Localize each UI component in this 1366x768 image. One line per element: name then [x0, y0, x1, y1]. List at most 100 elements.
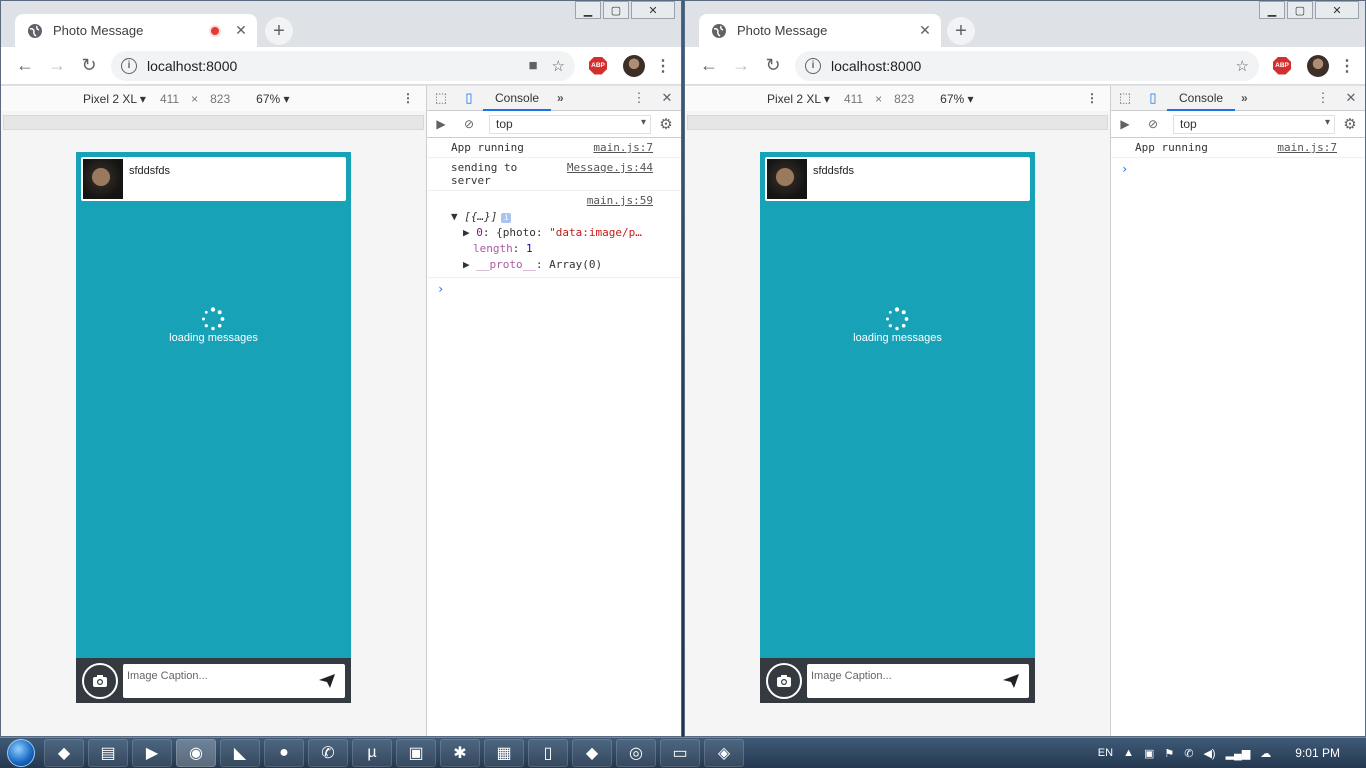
reload-icon[interactable]: ↻: [757, 55, 789, 76]
close-window-button[interactable]: ✕: [1315, 1, 1359, 19]
forward-icon[interactable]: →: [41, 55, 73, 76]
tab-close-icon[interactable]: ✕: [233, 22, 249, 39]
volume-icon[interactable]: ◀): [1203, 747, 1215, 760]
devtools-menu-icon[interactable]: ⋮: [625, 90, 653, 106]
camera-button[interactable]: [82, 662, 118, 699]
context-select[interactable]: top: [1173, 114, 1335, 134]
minimize-button[interactable]: ▁: [575, 1, 601, 19]
taskbar-notes-icon[interactable]: ▯: [528, 739, 568, 767]
minimize-button[interactable]: ▁: [1259, 1, 1285, 19]
device-select[interactable]: Pixel 2 XL ▾: [83, 92, 146, 106]
new-tab-button[interactable]: +: [947, 17, 975, 45]
message-card[interactable]: sfddsfds: [81, 157, 346, 201]
inspect-icon[interactable]: ⬚: [1111, 90, 1139, 106]
maximize-button[interactable]: ▢: [603, 1, 629, 19]
taskbar-app-icon[interactable]: ▣: [396, 739, 436, 767]
device-select[interactable]: Pixel 2 XL ▾: [767, 92, 830, 106]
clear-console-icon[interactable]: ⊘: [1139, 117, 1167, 131]
language-indicator[interactable]: EN: [1098, 747, 1113, 759]
width-input[interactable]: 411: [844, 92, 863, 106]
send-icon[interactable]: [1003, 673, 1019, 688]
start-button[interactable]: [0, 738, 42, 768]
camera-button[interactable]: [766, 662, 802, 699]
device-toggle-icon[interactable]: ▯: [1139, 90, 1167, 106]
log-source-link[interactable]: main.js:59: [587, 194, 653, 207]
tab-console[interactable]: Console: [1167, 86, 1236, 111]
more-tabs-icon[interactable]: »: [1241, 91, 1248, 105]
star-icon[interactable]: ☆: [1236, 57, 1249, 75]
network-icon[interactable]: ▂▄▆: [1226, 747, 1251, 760]
context-select[interactable]: top: [489, 114, 651, 134]
taskbar-media-icon[interactable]: ▶: [132, 739, 172, 767]
more-tabs-icon[interactable]: »: [557, 91, 564, 105]
devtools-close-icon[interactable]: ✕: [653, 90, 681, 106]
taskbar-vscode-icon[interactable]: ◣: [220, 739, 260, 767]
browser-tab[interactable]: Photo Message ✕: [699, 14, 941, 47]
caption-input[interactable]: Image Caption...: [807, 663, 1029, 698]
message-card[interactable]: sfddsfds: [765, 157, 1030, 201]
taskbar-git-icon[interactable]: ◆: [44, 739, 84, 767]
back-icon[interactable]: ←: [9, 55, 41, 76]
taskbar-tool-icon[interactable]: ▦: [484, 739, 524, 767]
menu-icon[interactable]: ⋮: [1337, 56, 1357, 76]
more-options-icon[interactable]: ⋮: [402, 91, 414, 105]
close-window-button[interactable]: ✕: [631, 1, 675, 19]
taskbar-viber-icon[interactable]: ✆: [308, 739, 348, 767]
sidebar-toggle-icon[interactable]: ▶: [427, 117, 455, 131]
maximize-button[interactable]: ▢: [1287, 1, 1313, 19]
height-input[interactable]: 823: [210, 92, 230, 106]
console-prompt[interactable]: ›: [427, 278, 681, 300]
device-toggle-icon[interactable]: ▯: [455, 90, 483, 106]
viber-tray-icon[interactable]: ✆: [1184, 747, 1193, 760]
forward-icon[interactable]: →: [725, 55, 757, 76]
taskbar-game-icon[interactable]: ◈: [704, 739, 744, 767]
menu-icon[interactable]: ⋮: [653, 56, 673, 76]
taskbar-display-icon[interactable]: ▭: [660, 739, 700, 767]
clear-console-icon[interactable]: ⊘: [455, 117, 483, 131]
new-tab-button[interactable]: +: [265, 17, 293, 45]
show-hidden-icon[interactable]: ▲: [1123, 747, 1134, 759]
info-icon[interactable]: i: [805, 57, 821, 74]
more-options-icon[interactable]: ⋮: [1086, 91, 1098, 105]
taskbar-app2-icon[interactable]: ◎: [616, 739, 656, 767]
log-source-link[interactable]: main.js:7: [593, 141, 653, 154]
adblock-icon[interactable]: ABP: [1273, 56, 1291, 75]
inspect-icon[interactable]: ⬚: [427, 90, 455, 106]
tab-console[interactable]: Console: [483, 86, 552, 111]
gear-icon[interactable]: ⚙: [1335, 115, 1365, 133]
width-input[interactable]: 411: [160, 92, 179, 106]
send-icon[interactable]: [319, 673, 335, 688]
devtools-close-icon[interactable]: ✕: [1337, 90, 1365, 106]
device-icon[interactable]: ▣: [1144, 747, 1154, 760]
reload-icon[interactable]: ↻: [73, 55, 105, 76]
omnibox[interactable]: i localhost:8000 ■ ☆: [111, 50, 575, 81]
flag-icon[interactable]: ⚑: [1164, 747, 1174, 760]
star-icon[interactable]: ☆: [552, 57, 565, 75]
adblock-icon[interactable]: ABP: [589, 56, 607, 75]
info-icon[interactable]: i: [121, 57, 137, 74]
log-source-link[interactable]: Message.js:44: [567, 161, 653, 187]
expand-arrow-icon[interactable]: ▶: [463, 226, 470, 239]
avatar[interactable]: [623, 54, 645, 77]
log-source-link[interactable]: main.js:7: [1277, 141, 1337, 154]
devtools-menu-icon[interactable]: ⋮: [1309, 90, 1337, 106]
tab-close-icon[interactable]: ✕: [917, 22, 933, 39]
back-icon[interactable]: ←: [693, 55, 725, 76]
gear-icon[interactable]: ⚙: [651, 115, 681, 133]
taskbar-git2-icon[interactable]: ◆: [572, 739, 612, 767]
log-object[interactable]: main.js:59 ▼ [{…}] i ▶ 0: {photo: "data:i…: [427, 191, 681, 278]
zoom-select[interactable]: 67% ▾: [256, 92, 289, 106]
taskbar-utorrent-icon[interactable]: µ: [352, 739, 392, 767]
browser-tab[interactable]: Photo Message ✕: [15, 14, 257, 47]
caption-input[interactable]: Image Caption...: [123, 663, 345, 698]
taskbar-chrome-icon[interactable]: ◉: [176, 739, 216, 767]
cloud-icon[interactable]: ☁: [1260, 747, 1271, 760]
taskbar-firefox-icon[interactable]: ●: [264, 739, 304, 767]
height-input[interactable]: 823: [894, 92, 914, 106]
camera-icon[interactable]: ■: [528, 57, 537, 74]
taskbar-explorer-icon[interactable]: ▤: [88, 739, 128, 767]
taskbar-settings-icon[interactable]: ✱: [440, 739, 480, 767]
expand-arrow-icon[interactable]: ▶: [463, 258, 470, 271]
console-prompt[interactable]: ›: [1111, 158, 1365, 180]
sidebar-toggle-icon[interactable]: ▶: [1111, 117, 1139, 131]
